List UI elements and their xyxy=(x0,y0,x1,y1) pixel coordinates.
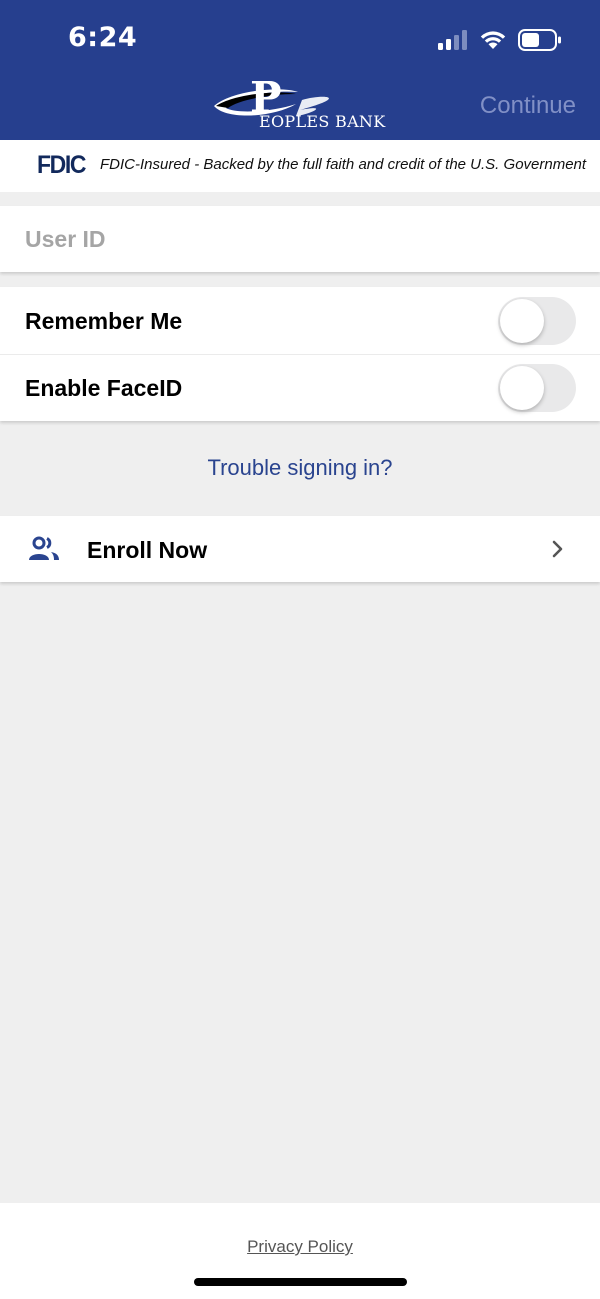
fdic-banner: FDIC FDIC-Insured - Backed by the full f… xyxy=(0,140,600,192)
fdic-disclaimer: FDIC-Insured - Backed by the full faith … xyxy=(100,156,587,173)
battery-icon xyxy=(518,29,561,51)
faceid-row: Enable FaceID xyxy=(0,354,600,421)
fdic-logo: FDIC xyxy=(37,151,87,179)
enroll-now-row[interactable]: Enroll Now xyxy=(0,516,600,582)
privacy-policy-link[interactable]: Privacy Policy xyxy=(0,1237,600,1257)
remember-me-toggle[interactable] xyxy=(498,297,576,345)
wifi-icon xyxy=(480,31,506,49)
remember-me-label: Remember Me xyxy=(25,308,183,334)
userid-input[interactable] xyxy=(25,226,565,253)
logo-text: EOPLES BANK xyxy=(259,112,386,131)
status-bar: 6:24 xyxy=(0,0,600,80)
faceid-toggle[interactable] xyxy=(498,364,576,412)
home-indicator[interactable] xyxy=(194,1278,407,1286)
toggle-knob xyxy=(500,366,544,410)
app-header: 6:24 P EOPLES BANK Continue xyxy=(0,0,600,140)
status-time: 6:24 xyxy=(68,22,138,53)
remember-me-row: Remember Me xyxy=(0,287,600,355)
faceid-label: Enable FaceID xyxy=(25,375,183,401)
cellular-signal-icon xyxy=(438,30,467,50)
chevron-right-icon xyxy=(552,540,563,558)
userid-card xyxy=(0,206,600,272)
enroll-now-label: Enroll Now xyxy=(87,537,208,563)
footer: Privacy Policy xyxy=(0,1203,600,1299)
toggle-knob xyxy=(500,299,544,343)
settings-card: Remember Me Enable FaceID xyxy=(0,287,600,421)
trouble-signing-in-link[interactable]: Trouble signing in? xyxy=(0,455,600,481)
continue-button[interactable]: Continue xyxy=(480,92,576,120)
people-icon xyxy=(29,536,59,560)
